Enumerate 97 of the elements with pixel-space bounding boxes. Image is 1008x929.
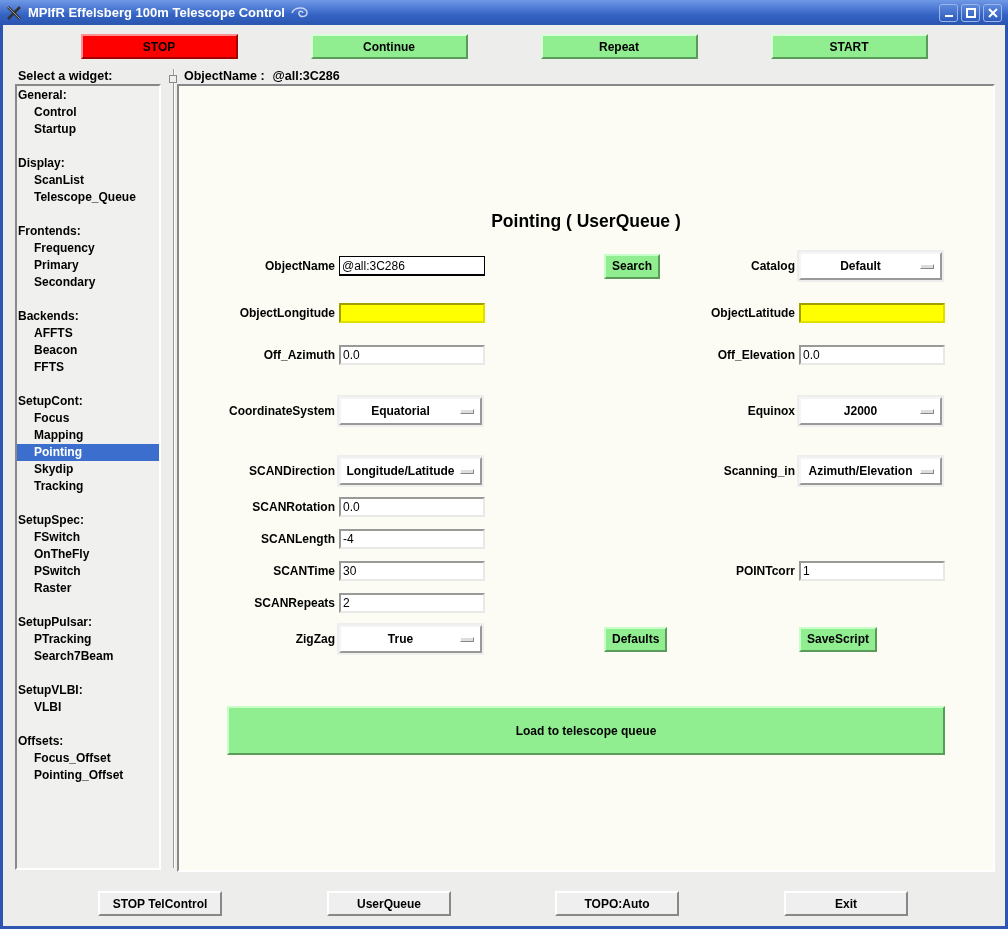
maximize-button[interactable] bbox=[961, 3, 980, 22]
text-field[interactable] bbox=[799, 303, 945, 323]
field-label: SCANDirection bbox=[249, 464, 335, 478]
field-label: ObjectLongitude bbox=[239, 306, 335, 320]
list-item[interactable]: Pointing_Offset bbox=[17, 767, 159, 784]
group-label: SetupVLBI: bbox=[17, 682, 84, 699]
text-field[interactable]: @all:3C286 bbox=[339, 256, 485, 276]
text-field[interactable]: 0.0 bbox=[339, 345, 485, 365]
list-item[interactable]: FSwitch bbox=[17, 529, 159, 546]
dropdown-button[interactable]: Default bbox=[799, 252, 942, 280]
form-button[interactable]: Defaults bbox=[604, 626, 668, 652]
toolbar-button[interactable]: STOP bbox=[80, 34, 238, 59]
field-label: ObjectLatitude bbox=[711, 306, 795, 320]
group-label: SetupSpec: bbox=[17, 512, 85, 529]
field-label: Off_Elevation bbox=[717, 348, 795, 362]
list-item[interactable]: Skydip bbox=[17, 461, 159, 478]
bottom-button[interactable]: UserQueue bbox=[327, 891, 451, 916]
field-label: CoordinateSystem bbox=[228, 404, 335, 418]
text-field[interactable]: 30 bbox=[339, 561, 485, 581]
toolbar-button[interactable]: Repeat bbox=[540, 34, 698, 59]
group-label: Offsets: bbox=[17, 733, 65, 750]
list-item[interactable]: FFTS bbox=[17, 359, 159, 376]
field-label: SCANRepeats bbox=[254, 596, 335, 610]
load-queue-button[interactable]: Load to telescope queue bbox=[227, 706, 945, 755]
bottom-button[interactable]: TOPO:Auto bbox=[555, 891, 679, 916]
list-item[interactable]: VLBI bbox=[17, 699, 159, 716]
window-title: MPIfR Effelsberg 100m Telescope Control bbox=[28, 5, 285, 20]
dropdown-indicator-icon bbox=[920, 263, 934, 269]
dropdown-indicator-icon bbox=[460, 636, 474, 642]
bottom-button[interactable]: Exit bbox=[784, 891, 908, 916]
minimize-button[interactable] bbox=[939, 3, 958, 22]
list-item[interactable]: Startup bbox=[17, 121, 159, 138]
list-item[interactable]: Control bbox=[17, 104, 159, 121]
swirl-logo-icon bbox=[290, 5, 309, 20]
group-label: Display: bbox=[17, 155, 66, 172]
app-icon bbox=[6, 5, 22, 20]
group-label: Frontends: bbox=[17, 223, 82, 240]
list-item[interactable]: Frequency bbox=[17, 240, 159, 257]
list-item[interactable]: Search7Beam bbox=[17, 648, 159, 665]
toolbar-button[interactable]: Continue bbox=[310, 34, 468, 59]
dropdown-indicator-icon bbox=[920, 468, 934, 474]
list-item[interactable]: Secondary bbox=[17, 274, 159, 291]
dropdown-button[interactable]: Azimuth/Elevation bbox=[799, 457, 942, 485]
text-field[interactable] bbox=[339, 303, 485, 323]
field-label: Catalog bbox=[751, 259, 795, 273]
list-item[interactable]: Tracking bbox=[17, 478, 159, 495]
dropdown-button[interactable]: True bbox=[339, 625, 482, 653]
list-item[interactable]: Mapping bbox=[17, 427, 159, 444]
field-label: Scanning_in bbox=[723, 464, 795, 478]
text-field[interactable]: -4 bbox=[339, 529, 485, 549]
form-button[interactable]: Search bbox=[604, 253, 661, 279]
list-item[interactable]: Raster bbox=[17, 580, 159, 597]
sidebar-title: Select a widget: bbox=[17, 69, 114, 84]
close-icon bbox=[987, 7, 998, 18]
header-label: ObjectName : bbox=[184, 69, 265, 84]
group-label: Backends: bbox=[17, 308, 80, 325]
toolbar-button[interactable]: START bbox=[770, 34, 928, 59]
list-item[interactable]: PSwitch bbox=[17, 563, 159, 580]
list-item[interactable]: AFFTS bbox=[17, 325, 159, 342]
text-field[interactable]: 0.0 bbox=[339, 497, 485, 517]
list-item[interactable]: PTracking bbox=[17, 631, 159, 648]
list-item[interactable]: Focus bbox=[17, 410, 159, 427]
text-field[interactable]: 1 bbox=[799, 561, 945, 581]
list-item[interactable]: Beacon bbox=[17, 342, 159, 359]
text-field[interactable]: 2 bbox=[339, 593, 485, 613]
list-item[interactable]: Focus_Offset bbox=[17, 750, 159, 767]
dropdown-button[interactable]: J2000 bbox=[799, 397, 942, 425]
field-label: Off_Azimuth bbox=[263, 348, 335, 362]
group-label: SetupPulsar: bbox=[17, 614, 93, 631]
form-button[interactable]: SaveScript bbox=[799, 626, 878, 652]
field-label: Equinox bbox=[747, 404, 795, 418]
form-title: Pointing ( UserQueue ) bbox=[490, 210, 682, 232]
list-item[interactable]: OnTheFly bbox=[17, 546, 159, 563]
field-label: SCANLength bbox=[261, 532, 335, 546]
list-item[interactable]: ScanList bbox=[17, 172, 159, 189]
text-field[interactable]: 0.0 bbox=[799, 345, 945, 365]
header-value: @all:3C286 bbox=[272, 69, 340, 84]
field-label: ObjectName bbox=[264, 259, 335, 273]
field-label: SCANTime bbox=[273, 564, 335, 578]
minimize-icon bbox=[944, 14, 953, 17]
dropdown-button[interactable]: Longitude/Latitude bbox=[339, 457, 482, 485]
close-button[interactable] bbox=[983, 3, 1002, 22]
group-label: General: bbox=[17, 87, 68, 104]
field-label: POINTcorr bbox=[735, 564, 795, 578]
field-label: SCANRotation bbox=[252, 500, 335, 514]
list-item[interactable]: Telescope_Queue bbox=[17, 189, 159, 206]
sash-handle[interactable] bbox=[168, 75, 177, 83]
dropdown-indicator-icon bbox=[920, 408, 934, 414]
field-label: ZigZag bbox=[295, 632, 335, 646]
dropdown-button[interactable]: Equatorial bbox=[339, 397, 482, 425]
dropdown-indicator-icon bbox=[460, 468, 474, 474]
bottom-button[interactable]: STOP TelControl bbox=[98, 891, 222, 916]
list-item[interactable]: Primary bbox=[17, 257, 159, 274]
maximize-icon bbox=[965, 7, 976, 18]
group-label: SetupCont: bbox=[17, 393, 84, 410]
dropdown-indicator-icon bbox=[460, 408, 474, 414]
list-item[interactable]: Pointing bbox=[17, 444, 159, 461]
